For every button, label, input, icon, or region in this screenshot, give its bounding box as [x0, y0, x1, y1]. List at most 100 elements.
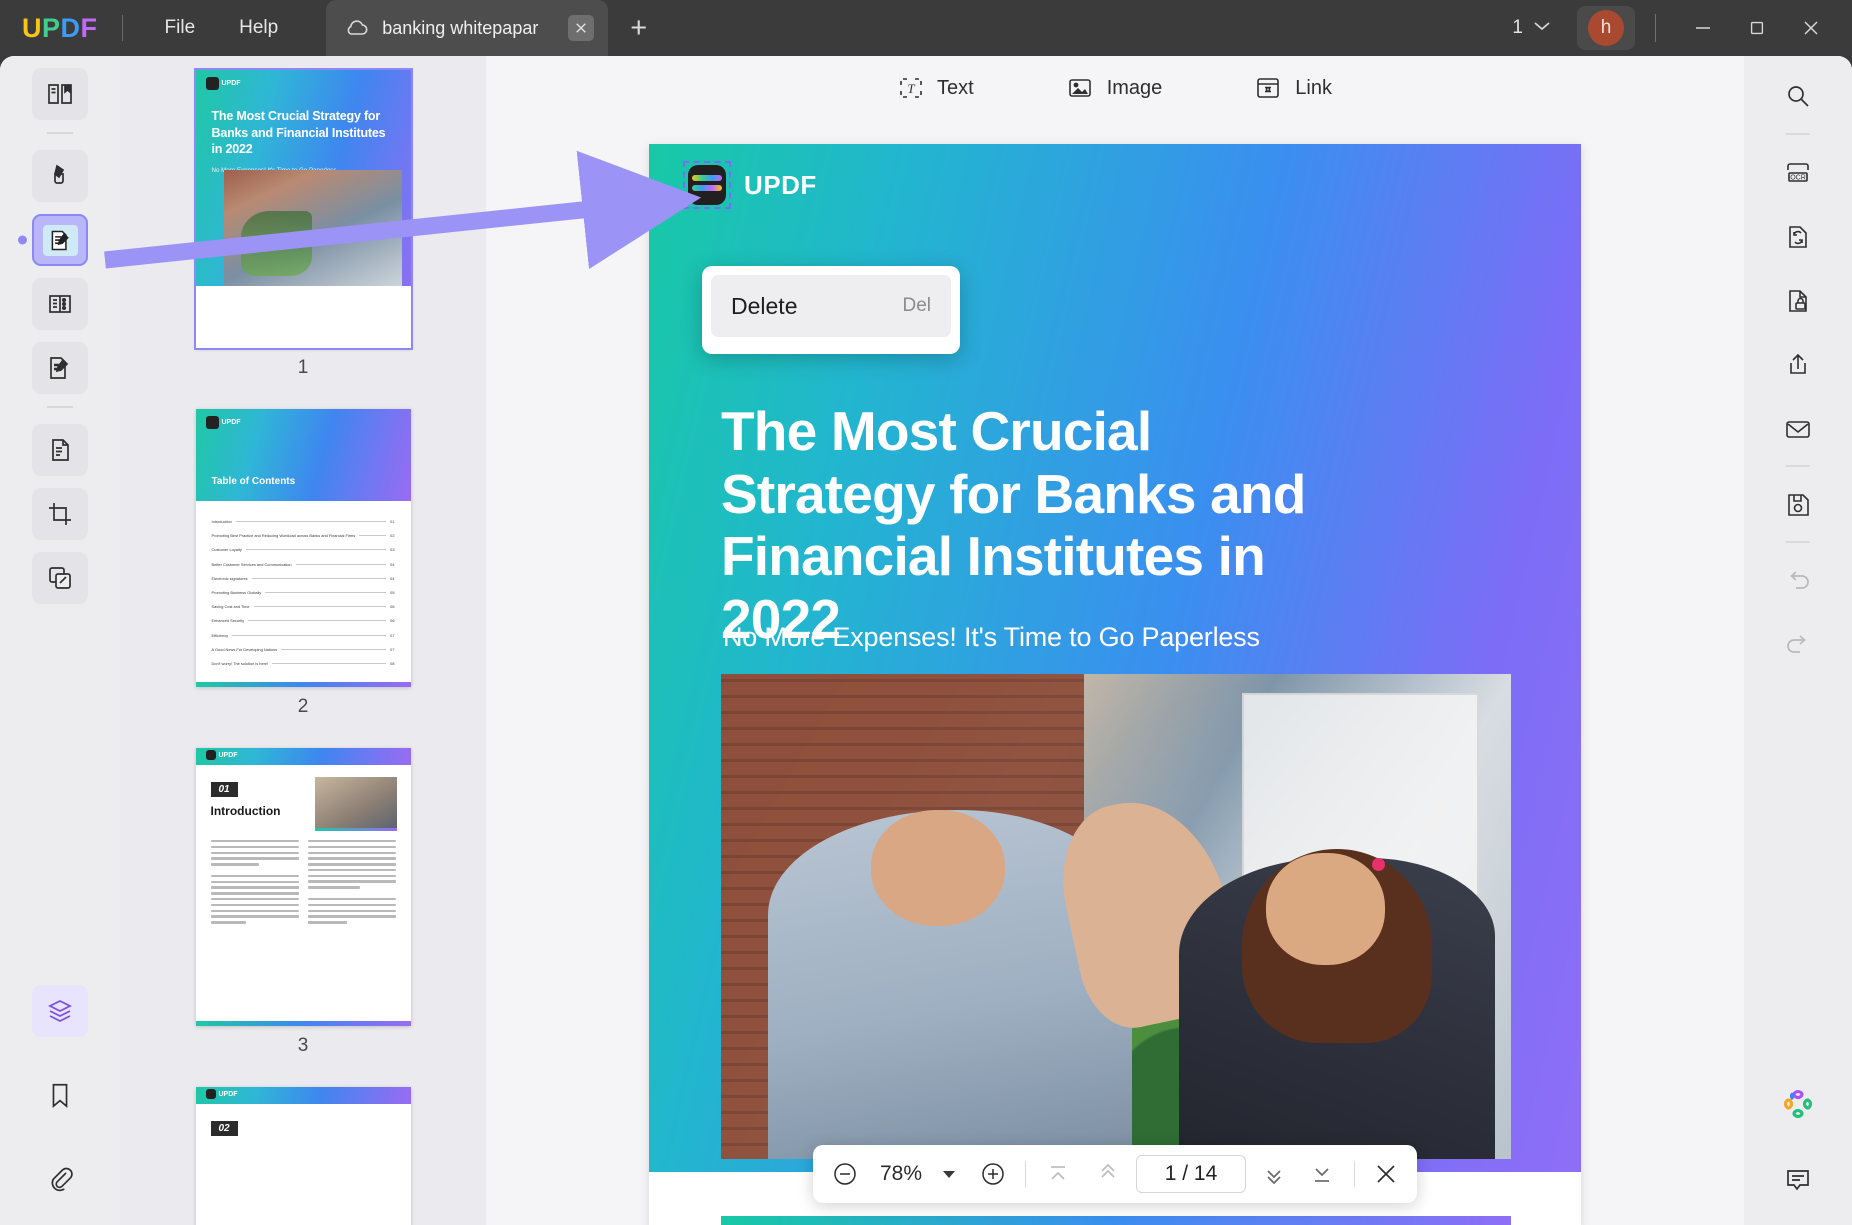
toc-entry-page: 01	[390, 519, 395, 524]
close-window-button[interactable]	[1784, 0, 1838, 56]
link-icon	[1257, 78, 1280, 98]
avatar: h	[1588, 10, 1624, 46]
chevron-down-icon[interactable]	[1533, 19, 1551, 37]
comments-button[interactable]	[1771, 1153, 1825, 1207]
document-photo[interactable]	[721, 674, 1511, 1159]
convert-document-icon	[1789, 226, 1807, 248]
first-page-button[interactable]	[1044, 1160, 1072, 1188]
thumbnail-page-4[interactable]: UPDF 02	[195, 1087, 411, 1225]
avatar-button[interactable]: h	[1577, 6, 1635, 50]
document-footer-strip	[721, 1216, 1511, 1225]
undo-button[interactable]	[1771, 554, 1825, 608]
save-button[interactable]	[1771, 478, 1825, 532]
svg-text:OCR: OCR	[1790, 175, 1806, 182]
divider	[1025, 1161, 1026, 1187]
new-tab-button[interactable]: +	[630, 13, 647, 43]
toc-entry-page: 06	[390, 618, 395, 624]
page-navigation-toolbar: 78% 1 / 14	[813, 1145, 1417, 1203]
selected-logo-image[interactable]	[683, 161, 731, 209]
floppy-save-icon	[1788, 494, 1809, 516]
sidebar-item-reader[interactable]	[32, 68, 88, 120]
toc-entry-label: Enhanced Security	[211, 618, 245, 624]
document-tab[interactable]: banking whitepapar	[326, 0, 609, 56]
zoom-in-button[interactable]	[979, 1160, 1007, 1188]
toc-entry-label: Better Customer Services and Communicati…	[211, 561, 292, 567]
toc-entry-label: Saving Cost and Time	[211, 604, 250, 610]
sidebar-item-annotate[interactable]	[32, 150, 88, 202]
sidebar-item-organize-pages[interactable]	[32, 278, 88, 330]
toc-entry-page: 06	[390, 604, 395, 610]
document-subtitle[interactable]: No More Expenses! It's Time to Go Paperl…	[723, 622, 1260, 653]
document-title[interactable]: The Most Crucial Strategy for Banks and …	[721, 400, 1361, 651]
sidebar-item-batch[interactable]	[32, 552, 88, 604]
toc-entry: Promoting Best Practice and Reducing Wor…	[212, 533, 395, 538]
redo-button[interactable]	[1771, 618, 1825, 672]
sidebar-item-thumbnails[interactable]	[32, 985, 88, 1037]
menu-help[interactable]: Help	[217, 11, 300, 45]
thumbnail-panel[interactable]: UPDF The Most Crucial Strategy for Banks…	[120, 56, 486, 1225]
sidebar-item-crop[interactable]	[32, 488, 88, 540]
sidebar-item-edit-pdf[interactable]	[18, 214, 88, 266]
protect-button[interactable]	[1771, 274, 1825, 328]
previous-page-button[interactable]	[1094, 1160, 1122, 1188]
ai-flower-icon	[1783, 1089, 1813, 1119]
zoom-out-button[interactable]	[831, 1160, 859, 1188]
next-page-button[interactable]	[1260, 1160, 1288, 1188]
logo-letter-u: U	[22, 12, 42, 43]
brand-label: UPDF	[218, 1090, 238, 1098]
context-menu[interactable]: Delete Del	[702, 266, 960, 354]
thumb-toc-title: Table of Contents	[211, 476, 296, 487]
ocr-button[interactable]: OCR	[1771, 146, 1825, 200]
ai-assistant-button[interactable]	[1771, 1077, 1825, 1131]
minimize-button[interactable]	[1676, 0, 1730, 56]
share-button[interactable]	[1771, 338, 1825, 392]
envelope-icon	[1786, 421, 1810, 438]
window-count: 1	[1512, 17, 1523, 38]
toc-entry: Efficiency 07	[212, 633, 395, 638]
add-image-label: Image	[1106, 76, 1163, 99]
thumbnail-page-3[interactable]: UPDF 01 Introduction 3	[195, 748, 411, 1057]
email-button[interactable]	[1771, 402, 1825, 456]
add-image-button[interactable]: Image	[1066, 75, 1163, 101]
maximize-button[interactable]	[1730, 0, 1784, 56]
context-menu-item-delete[interactable]: Delete Del	[711, 275, 951, 337]
convert-button[interactable]	[1771, 210, 1825, 264]
left-rail-bottom-group	[32, 973, 88, 1225]
thumb-text-columns	[210, 840, 396, 927]
divider	[1786, 541, 1810, 543]
divider	[1786, 133, 1810, 135]
divider	[1354, 1161, 1355, 1187]
toc-entry: Saving Cost and Time 06	[212, 604, 395, 609]
sidebar-item-form[interactable]	[32, 342, 88, 394]
thumbnail-page-1[interactable]: UPDF The Most Crucial Strategy for Banks…	[193, 68, 413, 379]
svg-text:T: T	[907, 81, 915, 96]
toc-entry: Customer Loyalty 03	[212, 547, 395, 552]
sidebar-item-convert[interactable]	[32, 424, 88, 476]
divider	[1786, 465, 1810, 467]
add-text-button[interactable]: T Text	[898, 75, 974, 101]
page-indicator-input[interactable]: 1 / 14	[1136, 1155, 1246, 1193]
tab-close-icon[interactable]	[568, 15, 595, 41]
thumbnail-page-number: 3	[297, 1035, 309, 1056]
logo-letter-d: D	[60, 12, 81, 43]
edit-pdf-icon	[42, 224, 78, 256]
thumb-brand: UPDF	[196, 1087, 411, 1099]
close-toolbar-button[interactable]	[1373, 1161, 1399, 1187]
redo-icon	[1787, 635, 1806, 653]
toc-entry: Electronic signatures 04	[212, 576, 395, 581]
sidebar-item-attachments[interactable]	[32, 1153, 88, 1205]
zoom-level-label[interactable]: 78%	[873, 1162, 929, 1186]
search-button[interactable]	[1771, 70, 1825, 124]
zoom-dropdown-icon[interactable]	[943, 1170, 955, 1178]
menu-file[interactable]: File	[143, 11, 218, 45]
sidebar-item-bookmarks[interactable]	[32, 1069, 88, 1121]
add-link-button[interactable]: Link	[1254, 75, 1332, 101]
divider	[121, 15, 123, 41]
thumb-brand: UPDF	[196, 70, 411, 90]
last-page-button[interactable]	[1308, 1160, 1336, 1188]
tab-title: banking whitepapar	[382, 17, 539, 38]
brand-square-icon	[205, 1089, 216, 1099]
thumb-photo	[223, 170, 402, 288]
thumbnail-page-2[interactable]: UPDF Table of Contents Introduction 01 Pr…	[195, 409, 411, 718]
thumbnail-page-content: UPDF 02	[195, 1087, 411, 1225]
